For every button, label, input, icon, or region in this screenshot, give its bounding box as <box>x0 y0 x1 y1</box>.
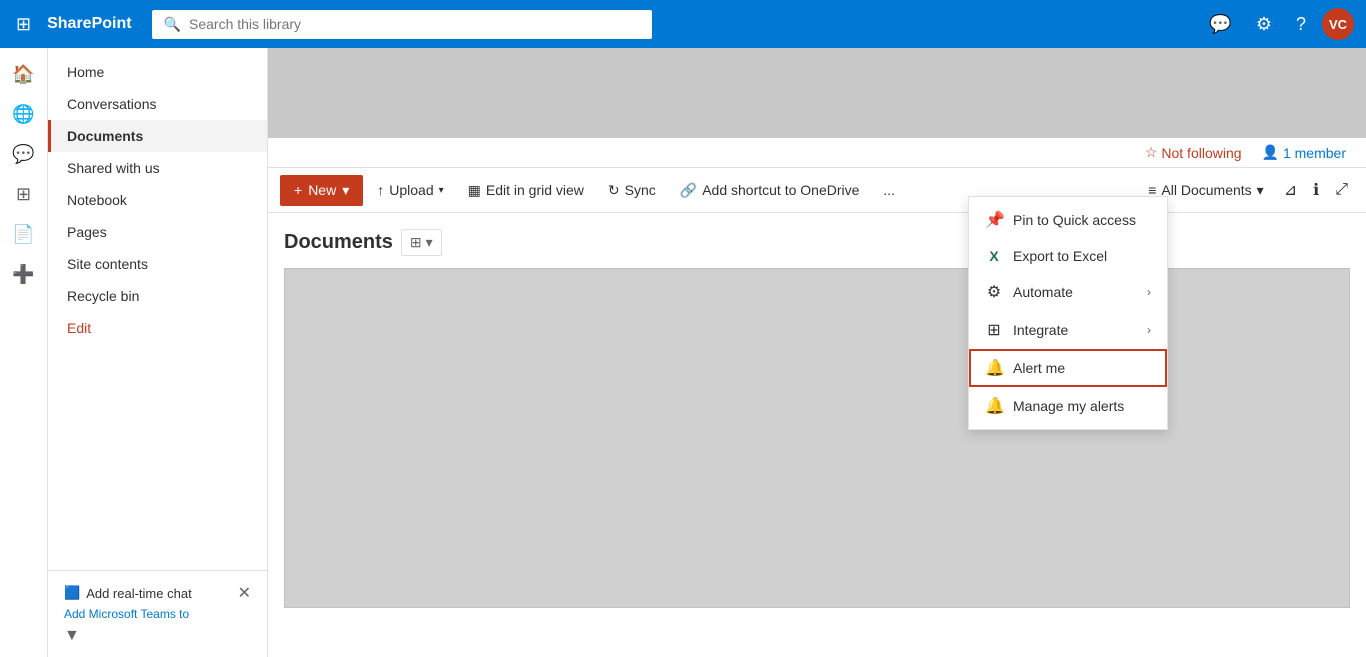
all-docs-chevron-icon: ▾ <box>1257 182 1264 199</box>
chat-widget-subtitle[interactable]: Add Microsoft Teams to <box>64 607 251 621</box>
pin-icon: 📌 <box>985 210 1003 230</box>
sidebar-item-conversations[interactable]: Conversations <box>48 88 267 120</box>
shortcut-icon: 🔗 <box>680 182 697 199</box>
sync-button[interactable]: ↻ Sync <box>598 176 666 205</box>
rail-add-icon[interactable]: ➕ <box>6 256 42 292</box>
info-button[interactable]: ℹ <box>1307 174 1325 206</box>
upload-button[interactable]: ↑ Upload ▾ <box>367 176 453 204</box>
chat-widget-close[interactable]: ✕ <box>238 583 251 603</box>
filter-button[interactable]: ⊿ <box>1278 174 1303 206</box>
filter-icon: ⊿ <box>1284 182 1297 199</box>
integrate-chevron-icon: › <box>1147 323 1151 337</box>
rail-page-icon[interactable]: 📄 <box>6 216 42 252</box>
search-input[interactable] <box>189 16 640 32</box>
sync-icon: ↻ <box>608 182 620 199</box>
edit-grid-button[interactable]: ▦ Edit in grid view <box>458 176 594 205</box>
sidebar-item-site-contents[interactable]: Site contents <box>48 248 267 280</box>
integrate-icon: ⊞ <box>985 320 1003 340</box>
sidebar-item-recycle-bin[interactable]: Recycle bin <box>48 280 267 312</box>
sidebar-item-home[interactable]: Home <box>48 56 267 88</box>
help-icon[interactable]: ? <box>1288 10 1314 39</box>
rail-apps-icon[interactable]: ⊞ <box>6 176 42 212</box>
alert-icon: 🔔 <box>985 358 1003 378</box>
new-chevron-icon: ▾ <box>342 182 349 199</box>
dropdown-menu: 📌 Pin to Quick access X Export to Excel … <box>968 196 1168 430</box>
excel-icon: X <box>985 248 1003 264</box>
docs-view-toggle[interactable]: ⊞ ▾ <box>401 229 442 256</box>
automate-chevron-icon: › <box>1147 285 1151 299</box>
star-icon: ☆ <box>1145 144 1158 161</box>
new-button[interactable]: + New ▾ <box>280 175 363 206</box>
docs-section: Documents ⊞ ▾ <box>268 213 1366 624</box>
dropdown-item-automate[interactable]: ⚙ Automate › <box>969 273 1167 311</box>
grid-icon: ▦ <box>468 182 481 199</box>
teams-icon: 🟦 <box>64 585 80 601</box>
waffle-icon[interactable]: ⊞ <box>12 10 35 39</box>
more-button[interactable]: ... <box>873 176 905 204</box>
dropdown-item-alert[interactable]: 🔔 Alert me <box>969 349 1167 387</box>
member-count[interactable]: 👤 1 member <box>1262 144 1346 161</box>
sidebar-item-shared[interactable]: Shared with us <box>48 152 267 184</box>
dropdown-item-pin[interactable]: 📌 Pin to Quick access <box>969 201 1167 239</box>
not-following-button[interactable]: ☆ Not following <box>1145 144 1242 161</box>
view-toggle-icon: ⊞ <box>410 234 422 251</box>
shortcut-button[interactable]: 🔗 Add shortcut to OneDrive <box>670 176 870 205</box>
search-icon: 🔍 <box>164 16 181 33</box>
icon-rail: 🏠 🌐 💬 ⊞ 📄 ➕ <box>0 48 48 657</box>
rail-chat-icon[interactable]: 💬 <box>6 136 42 172</box>
settings-icon[interactable]: ⚙ <box>1248 10 1280 39</box>
expand-button[interactable]: ⤢ <box>1329 175 1354 205</box>
meta-bar: ☆ Not following 👤 1 member <box>268 138 1366 168</box>
chat-widget-title: 🟦 Add real-time chat <box>64 585 192 601</box>
docs-header: Documents ⊞ ▾ <box>284 229 1350 256</box>
dropdown-item-manage-alerts[interactable]: 🔔 Manage my alerts <box>969 387 1167 425</box>
upload-icon: ↑ <box>377 182 384 198</box>
chat-widget: 🟦 Add real-time chat ✕ Add Microsoft Tea… <box>48 570 267 657</box>
chevron-down-icon: ▾ <box>426 234 433 251</box>
dropdown-item-integrate[interactable]: ⊞ Integrate › <box>969 311 1167 349</box>
topbar: ⊞ SharePoint 🔍 💬 ⚙ ? VC <box>0 0 1366 48</box>
sidebar-item-pages[interactable]: Pages <box>48 216 267 248</box>
rail-globe-icon[interactable]: 🌐 <box>6 96 42 132</box>
avatar[interactable]: VC <box>1322 8 1354 40</box>
expand-icon: ⤢ <box>1335 181 1348 198</box>
upload-chevron-icon: ▾ <box>439 185 444 196</box>
info-icon: ℹ <box>1313 182 1319 199</box>
app-name: SharePoint <box>47 15 131 33</box>
topbar-right: 💬 ⚙ ? VC <box>1201 8 1354 40</box>
docs-title: Documents <box>284 231 393 254</box>
chat-widget-scroll-down[interactable]: ▼ <box>64 627 251 645</box>
docs-content <box>284 268 1350 608</box>
sidebar-item-documents[interactable]: Documents <box>48 120 267 152</box>
banner-image <box>268 48 1366 138</box>
manage-alerts-icon: 🔔 <box>985 396 1003 416</box>
toolbar: + New ▾ ↑ Upload ▾ ▦ Edit in grid view ↻… <box>268 168 1366 213</box>
person-icon: 👤 <box>1262 144 1279 161</box>
sidebar-item-edit[interactable]: Edit <box>48 312 267 344</box>
plus-icon: + <box>294 182 302 198</box>
sidebar-item-notebook[interactable]: Notebook <box>48 184 267 216</box>
rail-home-icon[interactable]: 🏠 <box>6 56 42 92</box>
notification-icon[interactable]: 💬 <box>1201 10 1239 39</box>
automate-icon: ⚙ <box>985 282 1003 302</box>
search-box[interactable]: 🔍 <box>152 10 652 39</box>
sidebar: Home Conversations Documents Shared with… <box>48 48 268 657</box>
toolbar-right: ≡ All Documents ▾ ⊿ ℹ ⤢ <box>1138 174 1354 206</box>
sidebar-nav: Home Conversations Documents Shared with… <box>48 48 267 352</box>
dropdown-item-export[interactable]: X Export to Excel <box>969 239 1167 273</box>
main-content: ☆ Not following 👤 1 member + New ▾ ↑ Upl… <box>268 48 1366 657</box>
